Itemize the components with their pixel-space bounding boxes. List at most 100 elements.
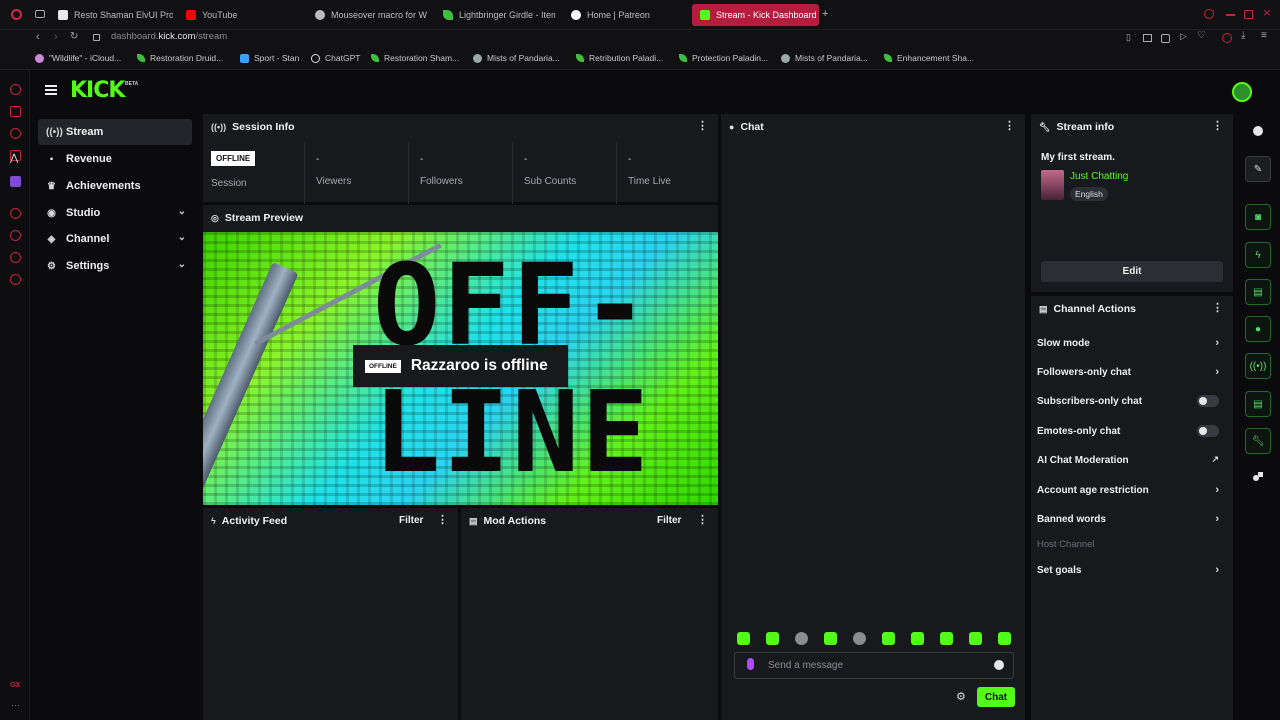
- tab-overview-icon[interactable]: [35, 10, 45, 18]
- more-options-icon[interactable]: ⋮: [697, 120, 708, 132]
- more-options-icon[interactable]: ⋮: [1212, 302, 1223, 314]
- edit-widget-button[interactable]: ✎: [1245, 156, 1271, 182]
- filter-button[interactable]: Filter: [657, 515, 681, 526]
- bookmark-item[interactable]: Retribution Paladi...: [576, 53, 663, 63]
- account-age-row[interactable]: Account age restriction ›: [1031, 480, 1227, 500]
- activity-widget-button[interactable]: ϟ: [1245, 242, 1271, 268]
- emote-icon[interactable]: [737, 632, 750, 645]
- bookmark-item[interactable]: Mists of Pandaria...: [781, 53, 868, 63]
- messenger-icon[interactable]: [10, 128, 21, 139]
- nav-item-stream[interactable]: ((•)) Stream: [38, 119, 192, 145]
- tab-lightbringer-girdle[interactable]: Lightbringer Girdle - Item: [443, 4, 555, 26]
- heart-icon[interactable]: ♡: [1197, 30, 1206, 41]
- category-link[interactable]: Just Chatting: [1070, 171, 1128, 182]
- nav-item-settings[interactable]: ⚙ Settings ⌄: [38, 253, 192, 279]
- bookmark-item[interactable]: ChatGPT: [311, 53, 360, 63]
- bookmark-item[interactable]: Sport - Stan: [240, 53, 299, 63]
- bookmark-icon[interactable]: ▯: [1126, 32, 1131, 43]
- microphone-icon[interactable]: [747, 658, 754, 670]
- shield-icon[interactable]: [1161, 34, 1170, 43]
- maximize-icon[interactable]: [1244, 10, 1253, 19]
- more-options-icon[interactable]: ⋮: [437, 514, 448, 526]
- subscribers-only-toggle[interactable]: [1197, 395, 1219, 407]
- bookmark-label: Retribution Paladi...: [589, 53, 664, 63]
- more-options-icon[interactable]: ⋮: [1004, 120, 1015, 132]
- ai-chat-moderation-row[interactable]: AI Chat Moderation ↗: [1031, 450, 1227, 470]
- opera-logo-icon[interactable]: [11, 9, 22, 20]
- avatar[interactable]: [1232, 82, 1252, 102]
- more-options-icon[interactable]: ⋮: [1212, 120, 1223, 132]
- offline-artwork: OFF- LINE OFFLINE Razzaroo is offline: [203, 232, 718, 505]
- filter-button[interactable]: Filter: [399, 515, 423, 526]
- emote-icon[interactable]: [911, 632, 924, 645]
- send-chat-button[interactable]: Chat: [977, 687, 1015, 707]
- slow-mode-row[interactable]: Slow mode ›: [1031, 333, 1227, 353]
- emote-icon[interactable]: [998, 632, 1011, 645]
- clock-icon[interactable]: [10, 230, 21, 241]
- mod-widget-button[interactable]: ▤: [1245, 279, 1271, 305]
- bookmark-item[interactable]: Mists of Pandaria...: [473, 53, 560, 63]
- snapshot-icon[interactable]: [1143, 34, 1152, 42]
- chat-input-box[interactable]: Send a message: [734, 652, 1014, 679]
- set-goals-row[interactable]: Set goals ›: [1031, 560, 1227, 580]
- nav-item-revenue[interactable]: ▪ Revenue: [38, 146, 192, 172]
- bookmark-item[interactable]: Restoration Druid...: [137, 53, 223, 63]
- profile-icon[interactable]: [1222, 33, 1232, 43]
- reload-icon[interactable]: ↻: [70, 31, 78, 42]
- nav-item-channel[interactable]: ◈ Channel ⌄: [38, 226, 192, 252]
- bookmark-item[interactable]: Protection Paladin...: [679, 53, 768, 63]
- url-field[interactable]: dashboard.kick.com/stream: [111, 31, 227, 42]
- minimize-icon[interactable]: [1226, 14, 1235, 16]
- emote-icon[interactable]: [824, 632, 837, 645]
- more-icon[interactable]: ···: [11, 700, 20, 710]
- close-icon[interactable]: ×: [1263, 5, 1271, 20]
- chat-widget-button[interactable]: ●: [1245, 316, 1271, 342]
- emoji-icon[interactable]: [994, 660, 1004, 670]
- emote-icon[interactable]: [882, 632, 895, 645]
- hamburger-icon[interactable]: [45, 85, 57, 95]
- session-widget-button[interactable]: ◙: [1245, 204, 1271, 230]
- widgets-shapes-icon[interactable]: [1253, 472, 1263, 482]
- edit-button[interactable]: Edit: [1041, 261, 1223, 282]
- info-icon[interactable]: [1253, 126, 1263, 136]
- banned-words-row[interactable]: Banned words ›: [1031, 509, 1227, 529]
- channel-actions-widget-button[interactable]: ▤: [1245, 391, 1271, 417]
- broadcast-widget-button[interactable]: ((•)): [1245, 353, 1271, 379]
- emote-icon[interactable]: [795, 632, 808, 645]
- settings-icon[interactable]: [10, 274, 21, 285]
- kick-app-icon[interactable]: ⋀: [10, 153, 21, 164]
- bookmarks-bar: "Wildlife" - iCloud... Restoration Druid…: [0, 48, 1280, 70]
- followers-only-row[interactable]: Followers-only chat ›: [1031, 362, 1227, 382]
- emote-icon[interactable]: [940, 632, 953, 645]
- download-icon[interactable]: ⤓: [1241, 30, 1245, 41]
- tab-patreon[interactable]: Home | Patreon: [571, 4, 681, 26]
- twitch-icon[interactable]: [10, 176, 21, 187]
- aria-icon[interactable]: [10, 84, 21, 95]
- home-icon[interactable]: [10, 106, 21, 117]
- back-icon[interactable]: ‹: [36, 31, 40, 43]
- bookmark-item[interactable]: "Wildlife" - iCloud...: [35, 53, 121, 63]
- tab-youtube[interactable]: YouTube: [186, 4, 296, 26]
- tab-kick-dashboard[interactable]: Stream - Kick Dashboard: [692, 4, 819, 26]
- chat-settings-icon[interactable]: ⚙: [956, 690, 966, 703]
- kick-logo[interactable]: KICK: [70, 78, 125, 103]
- extensions-icon[interactable]: [10, 252, 21, 263]
- bookmark-item[interactable]: Restoration Sham...: [371, 53, 459, 63]
- bookmark-item[interactable]: Enhancement Sha...: [884, 53, 974, 63]
- nav-item-achievements[interactable]: ♛ Achievements: [38, 173, 192, 199]
- menu-icon[interactable]: ≡: [1261, 30, 1267, 41]
- tab-resto-shaman[interactable]: Resto Shaman ElvUI Profi: [58, 4, 173, 26]
- play-icon[interactable]: ▷: [1180, 31, 1187, 42]
- emote-icon[interactable]: [853, 632, 866, 645]
- new-tab-icon[interactable]: +: [822, 8, 828, 20]
- emote-icon[interactable]: [969, 632, 982, 645]
- nav-item-studio[interactable]: ◉ Studio ⌄: [38, 200, 192, 226]
- emote-icon[interactable]: [766, 632, 779, 645]
- forward-icon[interactable]: ›: [54, 31, 58, 43]
- more-options-icon[interactable]: ⋮: [697, 514, 708, 526]
- tab-mouseover-macro[interactable]: Mouseover macro for Wi: [315, 4, 427, 26]
- history-icon[interactable]: [10, 208, 21, 219]
- search-icon[interactable]: [1204, 9, 1214, 19]
- emotes-only-toggle[interactable]: [1197, 425, 1219, 437]
- stream-info-widget-button[interactable]: 🔧︎: [1245, 428, 1271, 454]
